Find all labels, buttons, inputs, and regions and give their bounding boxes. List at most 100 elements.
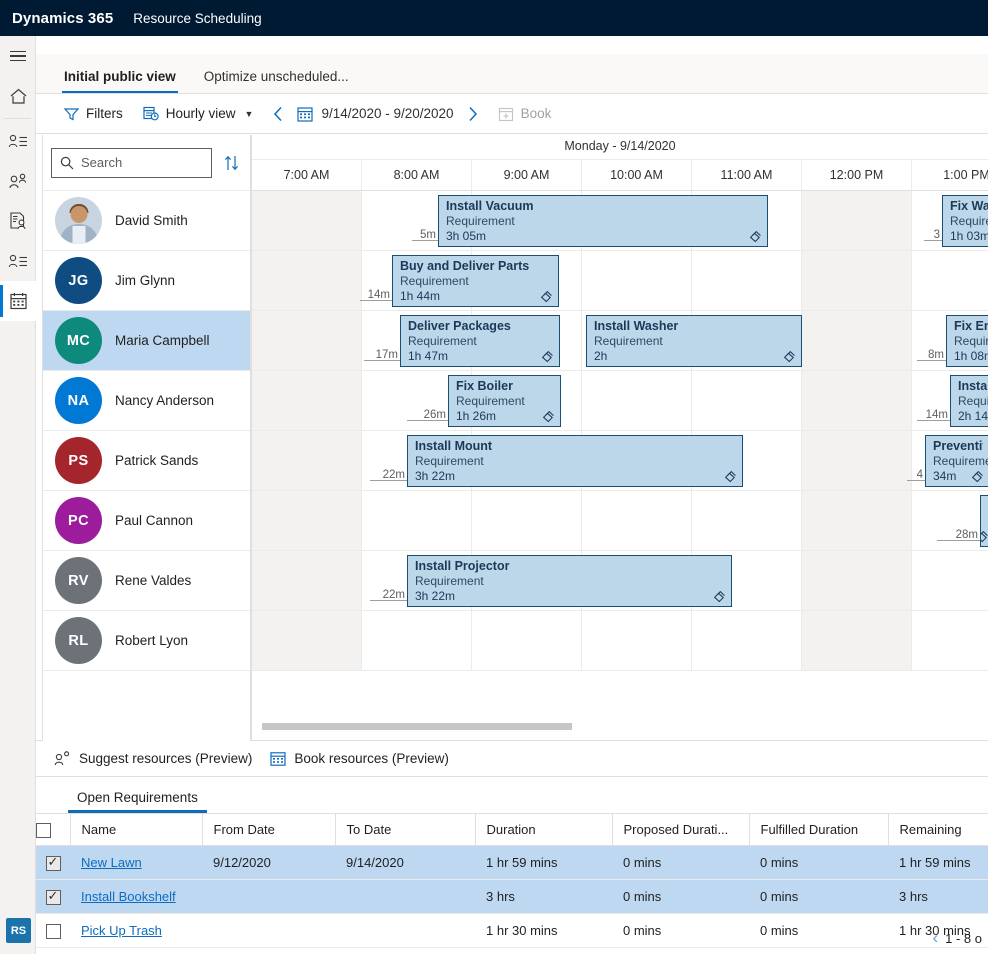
user-badge[interactable]: RS (6, 918, 31, 943)
prev-period-button[interactable] (263, 98, 293, 130)
schedule-grid[interactable]: Monday - 9/14/2020 7:00 AM8:00 AM9:00 AM… (251, 135, 988, 741)
cell-name[interactable]: New Lawn (70, 846, 202, 880)
app-name-label[interactable]: Resource Scheduling (113, 11, 261, 26)
schedule-row[interactable]: 14mBuy and Deliver PartsRequirement1h 44… (252, 251, 988, 311)
hour-cell[interactable] (472, 491, 582, 550)
hour-cell[interactable] (692, 251, 802, 310)
column-header-proposed-duration[interactable]: Proposed Durati... (612, 814, 749, 846)
requirement-link[interactable]: New Lawn (81, 855, 142, 870)
column-header-fulfilled-duration[interactable]: Fulfilled Duration (749, 814, 888, 846)
column-header-remaining[interactable]: Remaining (888, 814, 988, 846)
schedule-row[interactable] (252, 611, 988, 671)
hour-cell[interactable] (582, 251, 692, 310)
schedule-row[interactable]: 26m14mFix BoilerRequirement1h 26mInstall… (252, 371, 988, 431)
hour-cell[interactable] (802, 611, 912, 670)
resource-row[interactable]: MCMaria Campbell (43, 311, 250, 371)
hour-cell[interactable] (912, 251, 988, 310)
view-mode-button[interactable]: Hourly view ▼ (133, 98, 264, 130)
booking-block[interactable]: Fix WasherRequirement1h 03m (942, 195, 988, 247)
tab-open-requirements[interactable]: Open Requirements (68, 790, 207, 813)
tab-initial-public-view[interactable]: Initial public view (50, 69, 190, 93)
resource-list[interactable]: David SmithJGJim GlynnMCMaria CampbellNA… (43, 191, 250, 741)
requirement-link[interactable]: Pick Up Trash (81, 923, 162, 938)
hour-cell[interactable] (582, 491, 692, 550)
sort-button[interactable] (220, 155, 242, 171)
schedule-row[interactable]: 17m8mDeliver PackagesRequirement1h 47mIn… (252, 311, 988, 371)
booking-block[interactable]: Install ProjectorRequirement3h 22m (407, 555, 732, 607)
hour-cell[interactable] (692, 611, 802, 670)
sidebar-item-schedule-board[interactable] (0, 281, 36, 321)
hour-cell[interactable] (252, 551, 362, 610)
select-all-checkbox[interactable] (36, 823, 51, 838)
hour-cell[interactable] (802, 251, 912, 310)
next-period-button[interactable] (458, 98, 488, 130)
filters-button[interactable]: Filters (54, 98, 133, 130)
row-select-cell[interactable] (36, 880, 70, 914)
hour-cell[interactable] (802, 491, 912, 550)
hour-cell[interactable] (692, 491, 802, 550)
hour-cell[interactable] (692, 371, 802, 430)
hour-cell[interactable] (252, 311, 362, 370)
schedule-row[interactable]: 22mInstall ProjectorRequirement3h 22m (252, 551, 988, 611)
row-checkbox[interactable] (46, 856, 61, 871)
hour-cell[interactable] (802, 371, 912, 430)
booking-block[interactable]: Buy and Deliver PartsRequirement1h 44m (392, 255, 559, 307)
booking-block[interactable]: Install DoorRequirement2h 14m (950, 375, 988, 427)
column-header-to-date[interactable]: To Date (335, 814, 475, 846)
sidebar-item-work-orders[interactable] (0, 201, 36, 241)
resource-row[interactable]: RLRobert Lyon (43, 611, 250, 671)
booking-block[interactable]: Install VacuumRequirement3h 05m (438, 195, 768, 247)
column-header-duration[interactable]: Duration (475, 814, 612, 846)
row-select-cell[interactable] (36, 846, 70, 880)
suggest-resources-button[interactable]: Suggest resources (Preview) (54, 751, 252, 766)
row-select-cell[interactable] (36, 914, 70, 948)
grid-body[interactable]: 5m3Install VacuumRequirement3h 05mFix Wa… (252, 191, 988, 741)
prev-page-button[interactable]: ‹ (932, 928, 938, 948)
brand-label[interactable]: Dynamics 365 (0, 10, 113, 27)
hour-cell[interactable] (252, 431, 362, 490)
booking-block[interactable]: Install WasherRequirement2h (586, 315, 802, 367)
resource-row[interactable]: PSPatrick Sands (43, 431, 250, 491)
sidebar-item-home[interactable] (0, 76, 36, 116)
hour-cell[interactable] (252, 191, 362, 250)
hour-cell[interactable] (362, 611, 472, 670)
column-header-from-date[interactable]: From Date (202, 814, 335, 846)
table-row[interactable]: New Lawn9/12/20209/14/20201 hr 59 mins0 … (36, 846, 988, 880)
schedule-row[interactable]: 28m (252, 491, 988, 551)
booking-block[interactable] (980, 495, 988, 547)
booking-block[interactable]: Preventive Maint.Requirement34m (925, 435, 988, 487)
hamburger-menu-button[interactable] (0, 36, 36, 76)
sidebar-item-recent[interactable] (0, 121, 36, 161)
resource-row[interactable]: RVRene Valdes (43, 551, 250, 611)
resource-row[interactable]: NANancy Anderson (43, 371, 250, 431)
schedule-row[interactable]: 22m4Install MountRequirement3h 22mPreven… (252, 431, 988, 491)
hour-cell[interactable] (912, 491, 988, 550)
search-input[interactable]: Search (51, 148, 212, 178)
resource-row[interactable]: JGJim Glynn (43, 251, 250, 311)
hour-cell[interactable] (362, 491, 472, 550)
hour-cell[interactable] (472, 611, 582, 670)
hour-cell[interactable] (802, 551, 912, 610)
cell-name[interactable]: Pick Up Trash (70, 914, 202, 948)
select-all-header[interactable] (36, 814, 70, 846)
row-checkbox[interactable] (46, 890, 61, 905)
hour-cell[interactable] (582, 371, 692, 430)
hour-cell[interactable] (252, 371, 362, 430)
booking-block[interactable]: Install MountRequirement3h 22m (407, 435, 743, 487)
scrollbar-thumb[interactable] (262, 723, 572, 730)
column-header-name[interactable]: Name (70, 814, 202, 846)
sidebar-item-requirements[interactable] (0, 241, 36, 281)
hour-cell[interactable] (252, 611, 362, 670)
hour-cell[interactable] (582, 611, 692, 670)
table-row[interactable]: Pick Up Trash1 hr 30 mins0 mins0 mins1 h… (36, 914, 988, 948)
booking-block[interactable]: Fix EngineRequirement1h 08m (946, 315, 988, 367)
sidebar-item-resources[interactable] (0, 161, 36, 201)
schedule-row[interactable]: 5m3Install VacuumRequirement3h 05mFix Wa… (252, 191, 988, 251)
tab-optimize-unscheduled[interactable]: Optimize unscheduled... (190, 69, 363, 93)
date-range-picker[interactable]: 9/14/2020 - 9/20/2020 (293, 106, 457, 122)
hour-cell[interactable] (912, 611, 988, 670)
resource-row[interactable]: PCPaul Cannon (43, 491, 250, 551)
hour-cell[interactable] (802, 311, 912, 370)
hour-cell[interactable] (252, 491, 362, 550)
hour-cell[interactable] (252, 251, 362, 310)
